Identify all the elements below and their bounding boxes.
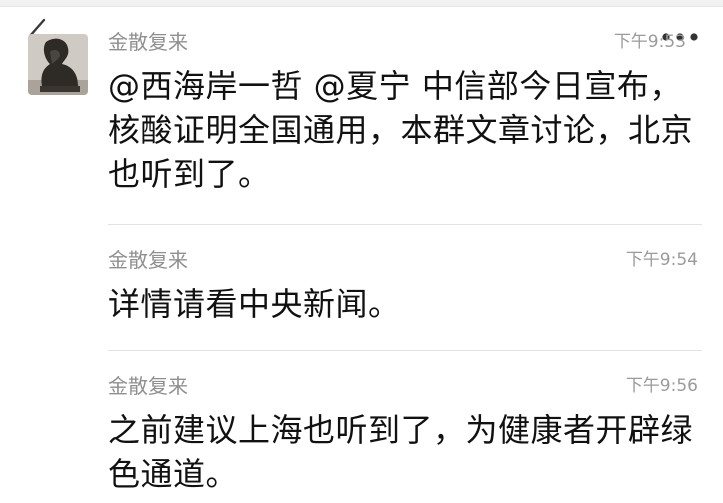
avatar-image: [28, 34, 88, 95]
message-time: 下午9:56: [625, 376, 698, 396]
message-time: 下午9:54: [625, 250, 698, 270]
message-item[interactable]: 金散复来 下午9:53 @西海岸一哲 @夏宁 中信部今日宣布，核酸证明全国通用，…: [108, 30, 698, 210]
message-text: 详情请看中央新闻。: [108, 285, 401, 323]
message-divider: [108, 350, 702, 351]
message-item[interactable]: 金散复来 下午9:56 之前建议上海也听到了，为健康者开辟绿色通道。: [108, 374, 698, 502]
message-text: 之前建议上海也听到了，为健康者开辟绿色通道。: [108, 411, 694, 493]
top-divider: [0, 0, 723, 7]
message-text: @西海岸一哲 @夏宁 中信部今日宣布，核酸证明全国通用，本群文章讨论，北京也听到…: [108, 67, 694, 193]
message-item[interactable]: 金散复来 下午9:54 详情请看中央新闻。: [108, 248, 698, 338]
message-divider: [108, 224, 702, 225]
avatar[interactable]: [28, 34, 88, 95]
sender-name: 金散复来: [108, 30, 188, 54]
sender-name: 金散复来: [108, 248, 188, 272]
message-time: 下午9:53: [613, 32, 686, 52]
sender-name: 金散复来: [108, 374, 188, 398]
